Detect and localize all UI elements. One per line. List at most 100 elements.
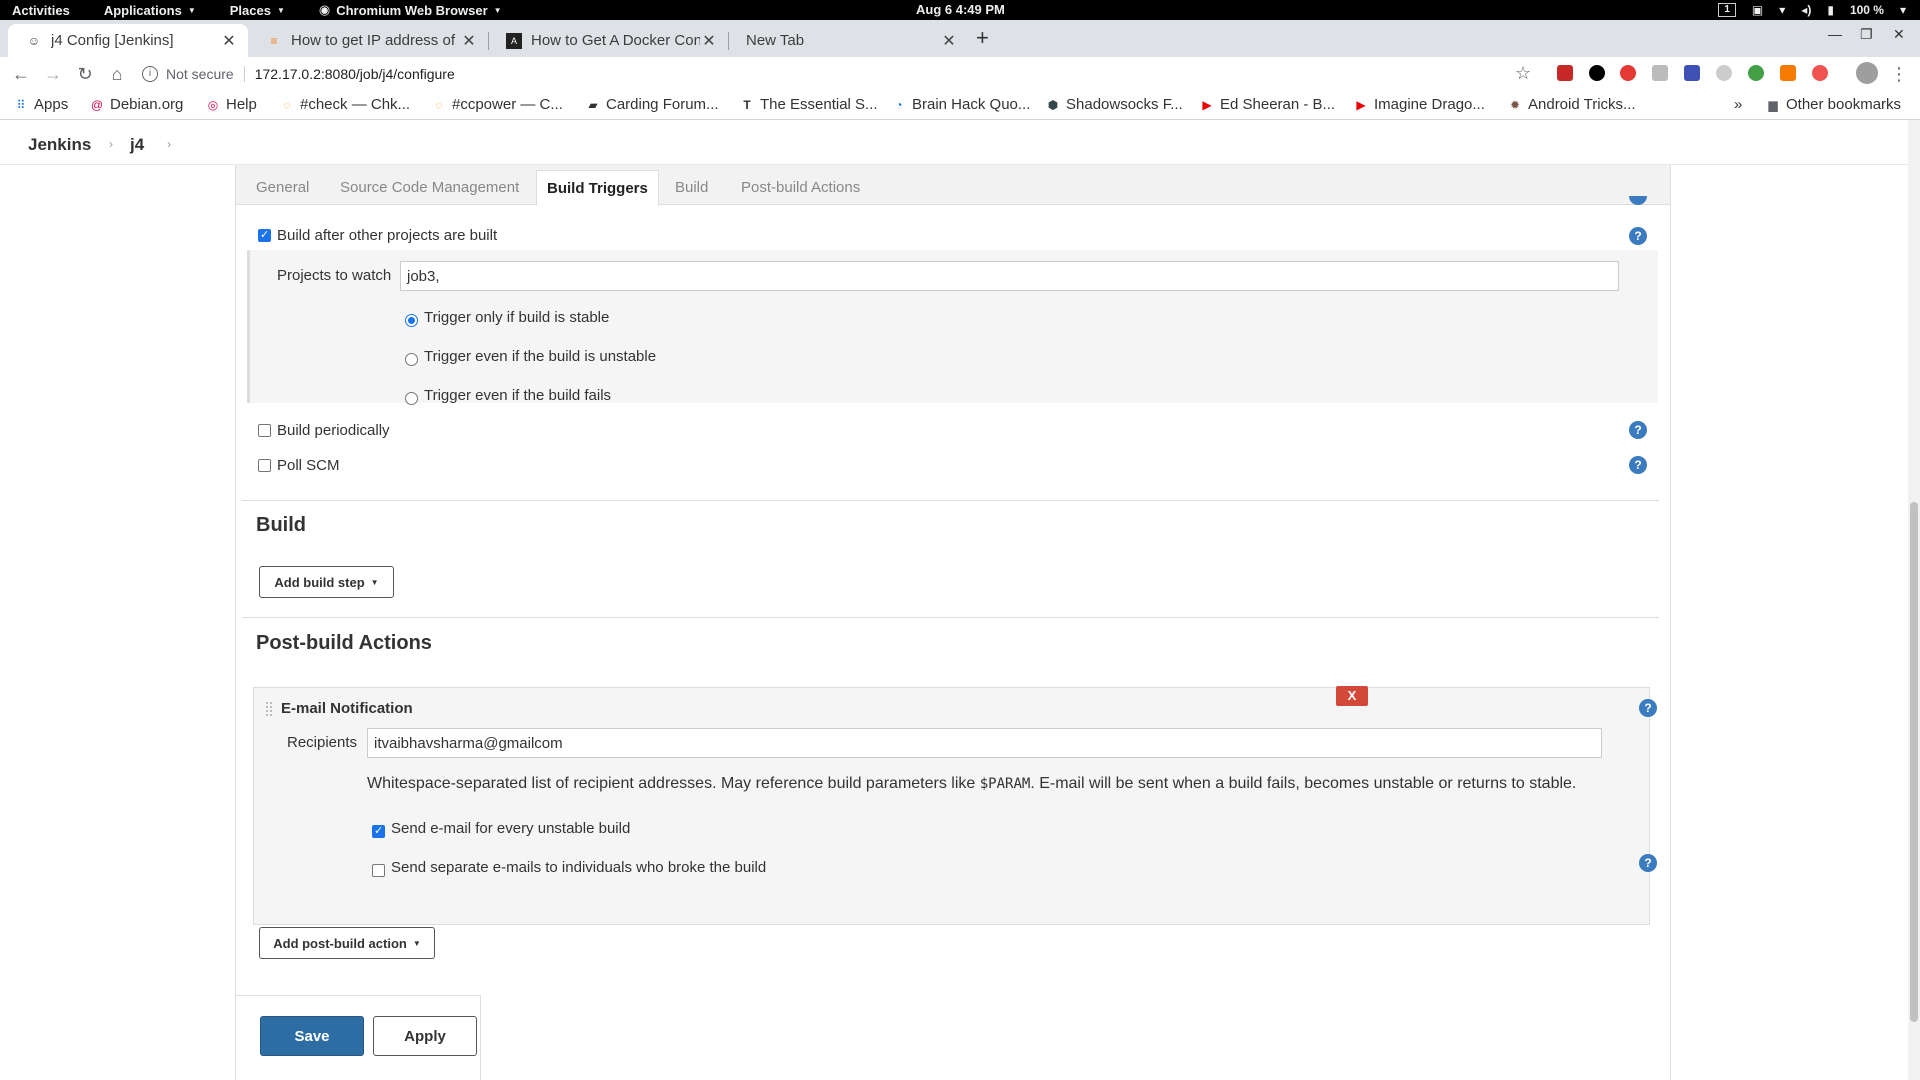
bookmark-carding[interactable]: ▰ Carding Forum...	[586, 96, 718, 113]
restore-button[interactable]: ❐	[1860, 26, 1873, 43]
page-scrollbar[interactable]	[1908, 120, 1920, 1080]
extension-shield-icon[interactable]	[1557, 65, 1573, 81]
jenkins-icon: ☺	[27, 33, 41, 48]
help-icon[interactable]: ?	[1629, 421, 1647, 439]
bookmark-help[interactable]: ◎ Help	[206, 96, 257, 113]
profile-avatar[interactable]	[1856, 62, 1878, 84]
activities-button[interactable]: Activities	[12, 3, 70, 18]
places-menu[interactable]: Places ▼	[230, 3, 285, 18]
address-bar[interactable]: i Not secure 172.17.0.2:8080/job/j4/conf…	[142, 59, 1542, 89]
recipients-label: Recipients	[287, 734, 358, 751]
poll-scm-checkbox[interactable]	[258, 459, 271, 472]
trigger-fails-radio[interactable]	[405, 392, 418, 405]
forward-button[interactable]: →	[40, 61, 66, 87]
window-close-button[interactable]: ✕	[1893, 26, 1905, 43]
recipients-input[interactable]: itvaibhavsharma@gmailcom	[367, 728, 1602, 758]
bookmark-ed-sheeran[interactable]: ▶ Ed Sheeran - B...	[1200, 96, 1335, 113]
post-build-section-title: Post-build Actions	[256, 632, 432, 654]
help-icon[interactable]: ?	[1629, 456, 1647, 474]
bookmark-debian[interactable]: @ Debian.org	[90, 96, 183, 113]
clock[interactable]: Aug 6 4:49 PM	[916, 2, 1005, 17]
tab-jenkins-config[interactable]: ☺ j4 Config [Jenkins] ✕	[8, 24, 248, 57]
config-tabs: General Source Code Management Build Tri…	[236, 165, 1670, 206]
add-build-step-button[interactable]: Add build step ▼	[259, 566, 394, 598]
add-post-build-action-button[interactable]: Add post-build action ▼	[259, 927, 435, 959]
browser-menu-icon[interactable]: ⋮	[1886, 61, 1912, 87]
folder-icon: ▆	[1768, 97, 1778, 112]
extension-circle-icon[interactable]	[1589, 65, 1605, 81]
system-tray[interactable]: 1 ▣ ▾ ◂) ▮ 100 % ▾	[1718, 0, 1906, 20]
projects-to-watch-input[interactable]: job3,	[400, 261, 1619, 291]
chevron-down-icon: ▼	[412, 938, 421, 948]
tab-new-tab[interactable]: New Tab ✕	[728, 24, 968, 57]
bookmark-star-icon[interactable]: ☆	[1515, 63, 1531, 84]
breadcrumb-j4[interactable]: j4	[130, 135, 144, 155]
metamask-icon[interactable]	[1780, 65, 1796, 81]
new-tab-button[interactable]: +	[976, 25, 989, 51]
help-icon[interactable]: ?	[1629, 227, 1647, 245]
stackoverflow-icon: ≡	[270, 33, 278, 48]
home-button[interactable]: ⌂	[104, 61, 130, 87]
scrollbar-thumb[interactable]	[1910, 502, 1918, 1022]
reload-button[interactable]: ↻	[72, 61, 98, 87]
extension-cloud-icon[interactable]	[1716, 65, 1732, 81]
close-icon[interactable]: ✕	[220, 31, 238, 51]
tab-docker[interactable]: A How to Get A Docker Cont ✕	[488, 24, 728, 57]
build-after-checkbox[interactable]	[258, 228, 271, 242]
bookmark-imagine-dragons[interactable]: ▶ Imagine Drago...	[1354, 96, 1485, 113]
active-app-menu[interactable]: ◉ Chromium Web Browser ▼	[319, 2, 502, 18]
drag-handle-icon[interactable]	[265, 701, 273, 717]
bookmark-shadowsocks[interactable]: ⬢ Shadowsocks F...	[1046, 96, 1183, 113]
back-button[interactable]: ←	[8, 61, 34, 87]
security-label: Not secure	[166, 66, 234, 82]
help-icon[interactable]: ?	[1639, 854, 1657, 872]
delete-button[interactable]: X	[1336, 686, 1368, 706]
send-separate-checkbox[interactable]	[372, 864, 385, 877]
tab-ip-address[interactable]: ≡ How to get IP address of r ✕	[248, 24, 488, 57]
site-icon: ◌	[435, 97, 443, 112]
chevron-down-icon: ▾	[1899, 3, 1906, 17]
extension-red-icon[interactable]	[1620, 65, 1636, 81]
workspace-indicator[interactable]: 1	[1718, 3, 1736, 17]
info-icon[interactable]: i	[142, 66, 158, 82]
tab-build-triggers[interactable]: Build Triggers	[536, 170, 659, 206]
tab-post-build-actions[interactable]: Post-build Actions	[741, 179, 860, 196]
other-bookmarks[interactable]: ▆ Other bookmarks	[1766, 96, 1901, 113]
extension-signal-icon[interactable]	[1748, 65, 1764, 81]
bookmark-ccpower[interactable]: ◌ #ccpower — C...	[432, 96, 562, 113]
applications-menu[interactable]: Applications ▼	[104, 3, 196, 18]
help-icon[interactable]: ?	[1639, 699, 1657, 717]
bookmark-essential[interactable]: T The Essential S...	[740, 96, 877, 113]
more-bookmarks-button[interactable]: »	[1734, 96, 1742, 113]
url-text[interactable]: 172.17.0.2:8080/job/j4/configure	[255, 66, 455, 82]
tab-general[interactable]: General	[256, 179, 309, 196]
close-icon[interactable]: ✕	[460, 31, 478, 51]
extension-grey-icon[interactable]	[1652, 65, 1668, 81]
extension-blue-icon[interactable]	[1684, 65, 1700, 81]
save-button[interactable]: Save	[260, 1016, 364, 1056]
tab-build[interactable]: Build	[675, 179, 708, 196]
send-unstable-checkbox[interactable]	[372, 824, 385, 838]
extension-flag-icon[interactable]	[1812, 65, 1828, 81]
apps-grid-icon: ⠿	[16, 97, 26, 112]
breadcrumb-jenkins[interactable]: Jenkins	[28, 135, 91, 155]
trigger-stable-label: Trigger only if build is stable	[424, 309, 610, 326]
bookmark-android-tricks[interactable]: ✹ Android Tricks...	[1508, 96, 1636, 113]
bookmark-brain-hack[interactable]: ◔ Brain Hack Quo...	[892, 96, 1030, 113]
volume-icon: ◂)	[1801, 3, 1812, 17]
trigger-unstable-radio[interactable]	[405, 353, 418, 366]
bookmark-check[interactable]: ◌ #check — Chk...	[280, 96, 410, 113]
trigger-stable-radio[interactable]	[405, 314, 418, 327]
build-periodically-checkbox[interactable]	[258, 424, 271, 437]
browser-tab-strip: ☺ j4 Config [Jenkins] ✕ ≡ How to get IP …	[0, 20, 1920, 57]
build-section-title: Build	[256, 514, 306, 536]
bookmark-apps[interactable]: ⠿ Apps	[14, 96, 69, 113]
apply-button[interactable]: Apply	[373, 1016, 477, 1056]
chevron-right-icon[interactable]: ›	[167, 137, 171, 151]
close-icon[interactable]: ✕	[940, 31, 958, 51]
tab-source-code-management[interactable]: Source Code Management	[340, 179, 519, 196]
chevron-right-icon[interactable]: ›	[109, 137, 113, 151]
minimize-button[interactable]: —	[1828, 26, 1842, 42]
send-unstable-label: Send e-mail for every unstable build	[391, 820, 631, 837]
close-icon[interactable]: ✕	[700, 31, 718, 51]
